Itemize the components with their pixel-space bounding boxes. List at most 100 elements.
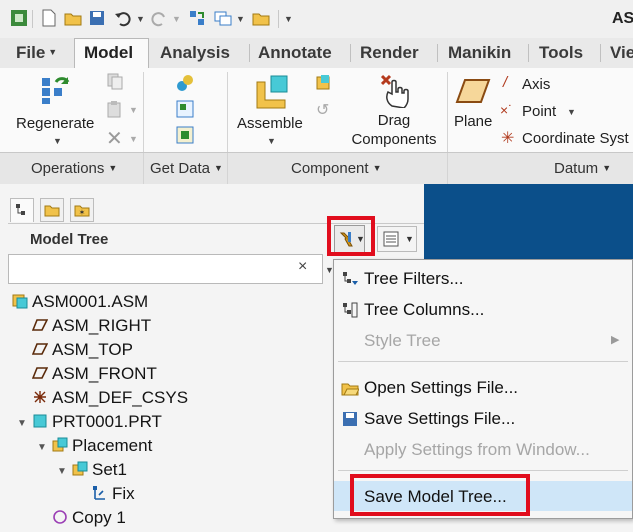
menu-item-apply-settings: Apply Settings from Window... xyxy=(334,434,632,464)
tree-search-input[interactable] xyxy=(8,254,323,284)
customize-toolbar-icon[interactable]: ▼ xyxy=(284,14,293,24)
tree-columns-button[interactable]: ▼ xyxy=(377,226,417,252)
graphics-area[interactable] xyxy=(424,184,633,259)
tree-item-asm-right[interactable]: ASM_RIGHT xyxy=(32,316,151,340)
menu-item-tree-filters[interactable]: Tree Filters... xyxy=(334,263,632,293)
tree-item-label: ASM_DEF_CSYS xyxy=(52,388,189,407)
tree-item-asm-def-csys[interactable]: ASM_DEF_CSYS xyxy=(32,388,188,412)
axis-button[interactable]: Axis xyxy=(522,76,550,93)
tree-item-set1[interactable]: Set1 xyxy=(72,460,127,484)
expand-prt-icon[interactable]: ▼ xyxy=(17,418,27,429)
columns-list-icon xyxy=(383,231,399,247)
delete-icon: ✕ xyxy=(106,128,123,150)
tree-item-placement[interactable]: Placement xyxy=(52,436,152,460)
paste-icon xyxy=(107,101,121,118)
tree-item-label: Set1 xyxy=(92,460,127,479)
point-dropdown-icon[interactable]: ▼ xyxy=(567,107,576,117)
save-icon xyxy=(343,412,357,426)
tree-item-asm-top[interactable]: ASM_TOP xyxy=(32,340,133,364)
placement-icon xyxy=(52,437,68,452)
group-operations[interactable]: Operations ▼ xyxy=(31,160,117,177)
menu-item-style-tree: Style Tree ▶ xyxy=(334,325,632,355)
point-icon: ×˙ xyxy=(500,102,513,118)
coordinate-system-button[interactable]: Coordinate Syst xyxy=(522,130,629,147)
group-get-data[interactable]: Get Data ▼ xyxy=(150,160,223,177)
save-icon[interactable] xyxy=(88,9,106,27)
drag-components-icon[interactable] xyxy=(378,72,410,108)
tab-view[interactable]: Vie xyxy=(610,43,633,63)
tab-model[interactable]: Model xyxy=(84,43,133,63)
drag-components-line1[interactable]: Drag xyxy=(349,112,439,129)
tree-item-asm-front[interactable]: ASM_FRONT xyxy=(32,364,157,388)
menu-item-label: Tree Columns... xyxy=(364,300,485,319)
tab-annotate[interactable]: Annotate xyxy=(258,43,332,63)
tree-filter-icon xyxy=(343,272,358,285)
model-tree-tab-icon xyxy=(16,204,25,215)
merge-inheritance-icon[interactable] xyxy=(176,100,194,118)
tab-analysis[interactable]: Analysis xyxy=(160,43,230,63)
copy-icon xyxy=(107,73,123,90)
tree-item-asm[interactable]: ASM0001.ASM xyxy=(12,292,148,316)
menu-item-label: Tree Filters... xyxy=(364,269,464,288)
undo-dropdown-icon[interactable]: ▼ xyxy=(136,14,145,24)
group-component[interactable]: Component ▼ xyxy=(291,160,381,177)
open-folder-icon[interactable] xyxy=(64,9,82,27)
assemble-icon[interactable] xyxy=(253,74,293,112)
repeat-icon: ↺ xyxy=(316,102,330,119)
settings-highlight-box xyxy=(327,216,375,256)
redo-icon xyxy=(151,12,165,27)
expand-set1-icon[interactable]: ▼ xyxy=(57,466,67,477)
close-window-icon[interactable] xyxy=(252,9,270,27)
expand-placement-icon[interactable]: ▼ xyxy=(37,442,47,453)
tab-tools[interactable]: Tools xyxy=(539,43,583,63)
tree-item-label: ASM_FRONT xyxy=(52,364,157,383)
toolbar-separator xyxy=(278,10,279,28)
tree-item-prt[interactable]: PRT0001.PRT xyxy=(32,412,162,436)
tab-manikin[interactable]: Manikin xyxy=(448,43,511,63)
tree-item-copy1[interactable]: Copy 1 xyxy=(52,508,126,532)
window-title: AS xyxy=(612,10,633,27)
tab-file[interactable]: File ▼ xyxy=(16,43,57,63)
datum-plane-icon xyxy=(32,343,48,355)
favorites-icon: ✶ xyxy=(74,205,90,217)
regenerate-icon[interactable] xyxy=(40,74,72,106)
menu-item-label: Apply Settings from Window... xyxy=(364,440,590,459)
user-defined-feature-icon[interactable] xyxy=(176,74,194,92)
tab-model-tree[interactable] xyxy=(10,198,34,222)
tree-item-label: Fix xyxy=(112,484,135,503)
tab-favorites[interactable]: ✶ xyxy=(70,198,94,222)
coordinate-system-icon: ✳ xyxy=(501,130,515,147)
menu-item-open-settings[interactable]: Open Settings File... xyxy=(334,372,632,402)
shrinkwrap-icon[interactable] xyxy=(176,126,194,144)
regenerate-button[interactable]: Regenerate xyxy=(16,115,94,132)
point-button[interactable]: Point xyxy=(522,103,556,120)
assemble-dropdown-icon[interactable]: ▼ xyxy=(267,136,276,146)
new-file-icon[interactable] xyxy=(40,9,58,27)
drag-components-line2[interactable]: Components xyxy=(349,131,439,148)
assemble-button[interactable]: Assemble xyxy=(237,115,303,132)
create-component-icon[interactable] xyxy=(314,74,332,92)
windows-icon[interactable] xyxy=(214,9,232,27)
menu-item-save-settings[interactable]: Save Settings File... xyxy=(334,403,632,433)
fix-constraint-icon xyxy=(93,486,105,500)
tree-item-label: PRT0001.PRT xyxy=(52,412,162,431)
plane-icon[interactable] xyxy=(455,76,491,106)
windows-dropdown-icon[interactable]: ▼ xyxy=(236,14,245,24)
tab-folder-browser[interactable] xyxy=(40,198,64,222)
tree-item-label: Copy 1 xyxy=(72,508,126,527)
regenerate-dropdown-icon[interactable]: ▼ xyxy=(53,136,62,146)
tree-item-fix[interactable]: Fix xyxy=(92,484,135,508)
menu-item-tree-columns[interactable]: Tree Columns... xyxy=(334,294,632,324)
plane-button[interactable]: Plane xyxy=(454,113,492,130)
menu-separator xyxy=(338,470,628,471)
open-folder-icon xyxy=(341,383,359,396)
datum-plane-icon xyxy=(32,367,48,379)
tab-render[interactable]: Render xyxy=(360,43,419,63)
clear-search-icon[interactable]: × xyxy=(298,258,307,276)
regenerate-small-icon[interactable] xyxy=(188,9,206,27)
copy-feature-icon xyxy=(53,510,67,524)
undo-icon[interactable] xyxy=(114,9,132,27)
part-icon xyxy=(33,414,47,428)
svg-text:✶: ✶ xyxy=(79,208,86,217)
group-datum[interactable]: Datum ▼ xyxy=(554,160,611,177)
